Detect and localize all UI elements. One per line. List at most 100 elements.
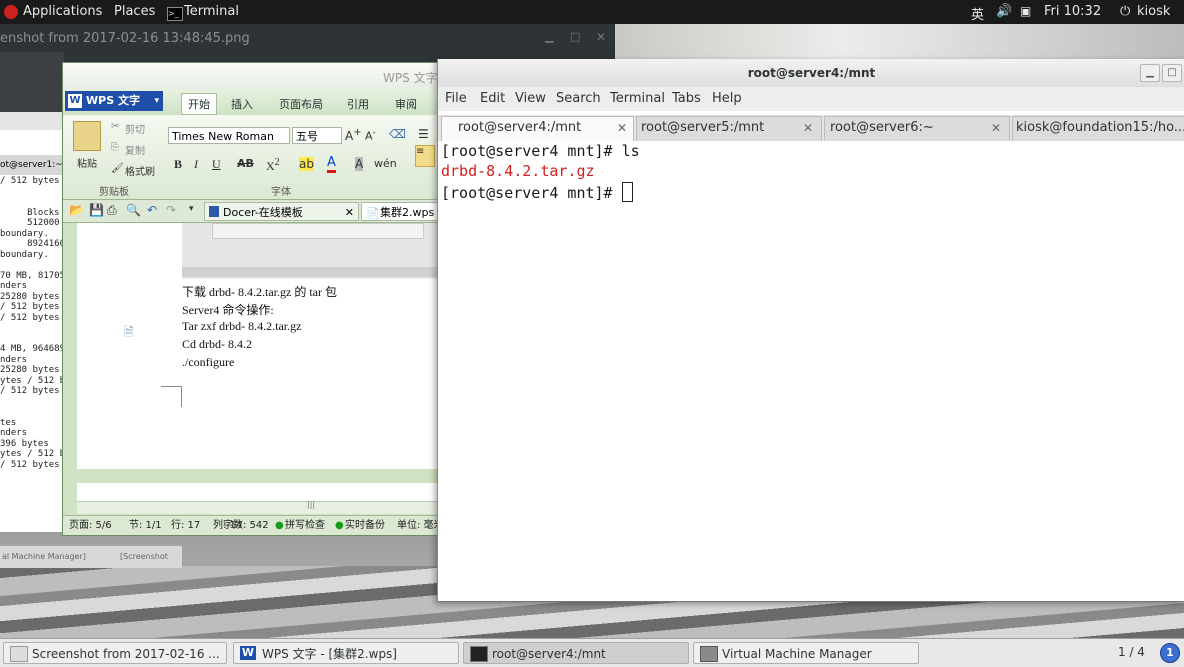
- power-icon[interactable]: ⏻: [1120, 4, 1130, 19]
- print-preview-icon[interactable]: 🔍: [126, 203, 141, 217]
- display-icon[interactable]: ▣: [1020, 4, 1031, 18]
- taskbar-item-terminal[interactable]: root@server4:/mnt: [463, 642, 689, 664]
- tab-docer-templates[interactable]: Docer-在线模板 ✕: [204, 202, 359, 221]
- taskbar-item-screenshot-label: Screenshot from 2017-02-16 ...: [32, 647, 220, 661]
- underline-icon[interactable]: U: [212, 157, 221, 172]
- terminal-prompt-line[interactable]: [root@server4 mnt]#: [441, 182, 633, 202]
- text-cursor: [621, 182, 633, 202]
- bold-icon[interactable]: B: [174, 157, 182, 172]
- shrink-font-icon[interactable]: A-: [365, 127, 376, 143]
- paste-button[interactable]: 粘贴: [77, 155, 97, 170]
- highlight-icon[interactable]: ab: [299, 157, 314, 171]
- menu-file[interactable]: File: [445, 91, 467, 106]
- menu-search[interactable]: Search: [556, 91, 601, 106]
- menu-edit[interactable]: Edit: [480, 91, 505, 106]
- volume-icon[interactable]: 🔊: [996, 4, 1012, 19]
- quick-access-dropdown-icon[interactable]: ▾: [189, 204, 194, 214]
- doc-line-5[interactable]: ./configure: [182, 355, 234, 370]
- terminal-menubar: File Edit View Search Terminal Tabs Help: [438, 87, 1184, 111]
- taskbar-item-vm-manager[interactable]: Virtual Machine Manager: [693, 642, 919, 664]
- horizontal-scrollbar[interactable]: |||: [77, 500, 439, 514]
- clock[interactable]: Fri 10:32: [1044, 4, 1101, 19]
- tab-server6[interactable]: root@server6:~ ✕: [824, 116, 1010, 141]
- copy-button[interactable]: 复制: [125, 142, 145, 157]
- input-method-indicator[interactable]: 英: [971, 4, 984, 23]
- scroll-thumb-grip[interactable]: |||: [307, 500, 315, 509]
- terminal-titlebar[interactable]: root@server4:/mnt ▁ □: [438, 59, 1184, 87]
- wps-logo-icon: W: [68, 94, 82, 108]
- notification-badge[interactable]: 1: [1160, 643, 1180, 663]
- wps-app-menu-button[interactable]: W WPS 文字 ▾: [65, 91, 163, 111]
- strikethrough-icon[interactable]: AB: [237, 157, 254, 170]
- format-painter-button[interactable]: 格式刷: [125, 163, 155, 178]
- font-name-select[interactable]: Times New Roman: [168, 127, 290, 144]
- bullets-icon[interactable]: ☰: [418, 127, 429, 141]
- fedora-logo-icon[interactable]: [4, 5, 18, 19]
- paste-icon[interactable]: [73, 121, 101, 151]
- taskbar-item-screenshot[interactable]: Screenshot from 2017-02-16 ...: [3, 642, 227, 664]
- wps-writer-window[interactable]: WPS 文字 W WPS 文字 ▾ 开始 插入 页面布局 引用 审阅 粘贴 ✂ 剪切…: [62, 62, 440, 536]
- bottom-taskbar: Screenshot from 2017-02-16 ... W WPS 文字 …: [0, 638, 1184, 667]
- next-page[interactable]: [77, 483, 439, 501]
- tab-server5[interactable]: root@server5:/mnt ✕: [636, 116, 822, 141]
- close-icon[interactable]: ✕: [803, 117, 813, 139]
- workspace-indicator[interactable]: 1 / 4: [1118, 645, 1145, 659]
- doc-line-2[interactable]: Server4 命令操作:: [182, 301, 274, 318]
- print-icon[interactable]: ⎙: [107, 203, 117, 218]
- grow-font-icon[interactable]: A+: [345, 127, 362, 143]
- font-size-select[interactable]: 五号: [292, 127, 342, 144]
- viewer-maximize-icon[interactable]: □: [570, 30, 580, 43]
- paragraph-marker-icon[interactable]: 🗎: [124, 323, 134, 344]
- menu-tabs[interactable]: Tabs: [672, 91, 701, 106]
- redo-icon[interactable]: ↷: [166, 203, 176, 217]
- superscript-icon[interactable]: X2: [266, 157, 280, 174]
- tab-references[interactable]: 引用: [347, 96, 369, 112]
- status-backup[interactable]: 实时备份: [345, 516, 385, 535]
- terminal-window[interactable]: root@server4:/mnt ▁ □ File Edit View Sea…: [437, 59, 1184, 602]
- tab-review[interactable]: 审阅: [395, 96, 417, 112]
- doc-line-1[interactable]: 下载 drbd- 8.4.2.tar.gz 的 tar 包: [182, 283, 337, 300]
- close-icon[interactable]: ✕: [345, 203, 354, 222]
- wps-document-area[interactable]: 🗎 下载 drbd- 8.4.2.tar.gz 的 tar 包 Server4 …: [77, 223, 439, 469]
- doc-line-3[interactable]: Tar zxf drbd- 8.4.2.tar.gz: [182, 319, 301, 334]
- viewer-minimize-icon[interactable]: ▁: [545, 30, 553, 43]
- font-color-icon[interactable]: A: [327, 155, 336, 173]
- taskbar-item-wps[interactable]: W WPS 文字 - [集群2.wps]: [233, 642, 459, 664]
- align-left-icon[interactable]: ≡: [415, 145, 435, 167]
- italic-icon[interactable]: I: [194, 157, 198, 172]
- menu-help[interactable]: Help: [712, 91, 742, 106]
- tab-foundation15[interactable]: kiosk@foundation15:/ho...: [1012, 116, 1184, 141]
- tab-page-layout[interactable]: 页面布局: [279, 96, 323, 112]
- cut-button[interactable]: 剪切: [125, 121, 145, 136]
- close-icon[interactable]: ✕: [991, 117, 1001, 139]
- tab-document-label: 集群2.wps: [380, 206, 435, 219]
- undo-icon[interactable]: ↶: [147, 203, 157, 217]
- maximize-icon[interactable]: □: [1162, 64, 1182, 82]
- phonetic-icon[interactable]: wén: [374, 157, 397, 170]
- applications-menu[interactable]: Applications: [23, 4, 102, 19]
- tab-server4[interactable]: root@server4:/mnt ✕: [441, 116, 634, 141]
- bgterm-tab[interactable]: ot@server1:~: [0, 155, 64, 175]
- status-unit[interactable]: 单位: 毫米: [397, 516, 439, 535]
- tab-document-cluster2[interactable]: 📄 集群2.wps: [361, 202, 439, 221]
- user-menu[interactable]: kiosk: [1137, 4, 1170, 19]
- background-terminal-window[interactable]: ot@server1:~ / 512 bytes Blocks 512000 b…: [0, 112, 65, 532]
- vm-manager-strip[interactable]: al Machine Manager] [Screenshot: [0, 545, 182, 568]
- close-icon[interactable]: ✕: [617, 117, 627, 139]
- save-icon[interactable]: 💾: [89, 203, 104, 217]
- doc-line-4[interactable]: Cd drbd- 8.4.2: [182, 337, 252, 352]
- places-menu[interactable]: Places: [114, 4, 155, 19]
- tab-insert[interactable]: 插入: [231, 96, 253, 112]
- char-shading-icon[interactable]: A: [355, 157, 364, 171]
- minimize-icon[interactable]: ▁: [1140, 64, 1160, 82]
- menu-view[interactable]: View: [515, 91, 546, 106]
- tab-home[interactable]: 开始: [181, 93, 217, 115]
- viewer-close-icon[interactable]: ✕: [596, 30, 606, 44]
- spell-check-ok-icon: ●: [275, 520, 284, 531]
- terminal-app-menu[interactable]: Terminal: [184, 4, 239, 19]
- status-spell-check[interactable]: 拼写检查: [285, 516, 325, 535]
- menu-terminal[interactable]: Terminal: [610, 91, 665, 106]
- clear-format-icon[interactable]: ⌫: [389, 127, 406, 141]
- terminal-output[interactable]: [root@server4 mnt]# ls drbd-8.4.2.tar.gz…: [438, 141, 1184, 601]
- open-folder-icon[interactable]: 📂: [69, 203, 84, 217]
